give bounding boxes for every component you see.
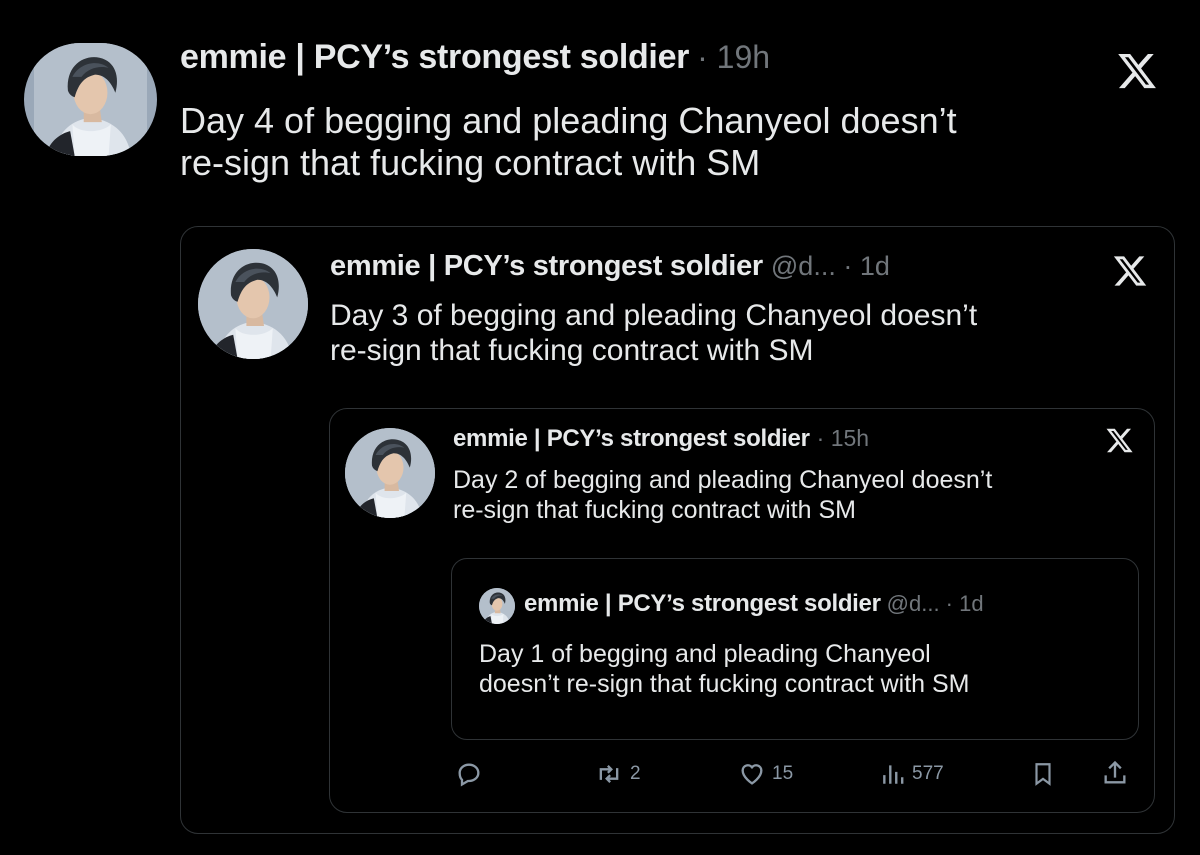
like-button[interactable]: 15 (738, 760, 793, 788)
tweet-text: Day 4 of begging and pleading Chanyeol d… (180, 100, 1170, 185)
tweet-text-line: re-sign that fucking contract with SM (330, 334, 814, 368)
x-logo-icon (1103, 426, 1136, 455)
tweet-text-line: Day 1 of begging and pleading Chanyeol (479, 640, 931, 668)
retweet-count: 2 (630, 763, 641, 784)
bookmark-icon (1035, 763, 1051, 786)
tweet-timestamp[interactable]: · 15h (817, 425, 869, 452)
tweet-text-line: re-sign that fucking contract with SM (180, 142, 761, 184)
bookmark-button[interactable] (1030, 760, 1056, 788)
like-count: 15 (772, 763, 794, 784)
profile-photo (198, 249, 308, 359)
tweet-timestamp[interactable]: · 19h (697, 39, 770, 76)
display-name[interactable]: emmie | PCY’s strongest soldier (524, 590, 881, 618)
views-chart-icon (883, 765, 904, 784)
tweet-header: emmie | PCY’s strongest soldier @d... · … (330, 250, 890, 286)
avatar[interactable] (24, 43, 157, 156)
x-logo-icon (1110, 253, 1150, 289)
tweet-text: Day 3 of begging and pleading Chanyeol d… (330, 298, 1150, 369)
tweet-header: emmie | PCY’s strongest soldier @d... · … (524, 590, 984, 620)
retweet-icon (599, 765, 619, 783)
heart-icon (741, 764, 763, 785)
tweet-handle-timestamp[interactable]: @d... · 1d (771, 251, 890, 282)
avatar[interactable] (345, 428, 435, 518)
tweet-handle-timestamp[interactable]: @d... · 1d (887, 591, 984, 617)
tweet-header: emmie | PCY’s strongest soldier · 19h (180, 38, 770, 78)
reply-button[interactable] (455, 760, 483, 788)
share-icon (1104, 760, 1126, 784)
profile-photo (345, 428, 435, 518)
tweet-text: Day 1 of begging and pleading Chanyeol d… (479, 639, 1119, 699)
tweet-text-line: Day 4 of begging and pleading Chanyeol d… (180, 100, 957, 141)
display-name[interactable]: emmie | PCY’s strongest soldier (453, 425, 810, 453)
avatar[interactable] (479, 588, 515, 624)
profile-photo (24, 43, 157, 156)
display-name[interactable]: emmie | PCY’s strongest soldier (330, 250, 763, 283)
views-button[interactable]: 577 (880, 760, 944, 788)
x-logo-icon (1114, 50, 1160, 92)
tweet-text-line: Day 3 of begging and pleading Chanyeol d… (330, 299, 978, 332)
tweet-text-line: Day 2 of begging and pleading Chanyeol d… (453, 466, 993, 494)
tweet-text-line: doesn’t re-sign that fucking contract wi… (479, 670, 970, 698)
display-name[interactable]: emmie | PCY’s strongest soldier (180, 38, 689, 77)
tweet-text-line: re-sign that fucking contract with SM (453, 495, 856, 524)
tweet-text: Day 2 of begging and pleading Chanyeol d… (453, 466, 1133, 525)
profile-photo (479, 588, 515, 624)
share-button[interactable] (1101, 759, 1129, 787)
retweet-button[interactable]: 2 (594, 760, 641, 788)
views-count: 577 (912, 763, 944, 784)
tweet-header: emmie | PCY’s strongest soldier · 15h (453, 425, 869, 455)
reply-icon (458, 763, 480, 787)
avatar[interactable] (198, 249, 308, 359)
